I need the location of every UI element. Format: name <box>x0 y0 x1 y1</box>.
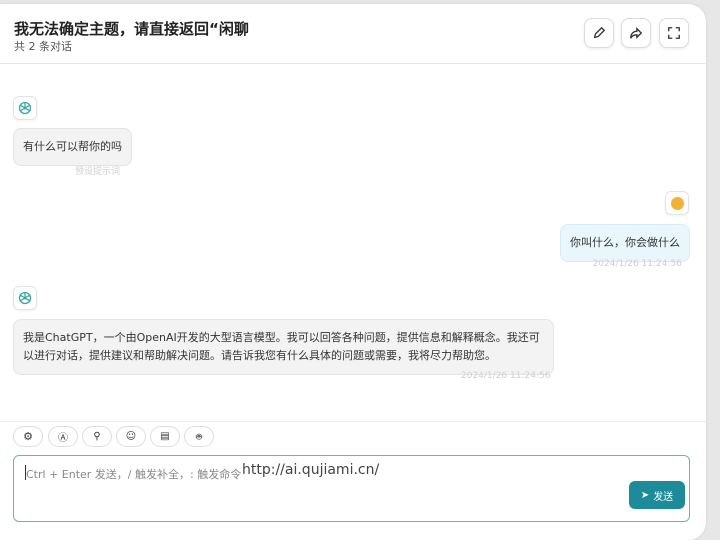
input-placeholder: Ctrl + Enter 发送，/ 触发补全，: 触发命令 <box>26 468 242 481</box>
openai-icon <box>18 101 32 115</box>
message-timestamp: 2024/1/26 11:24:56 <box>461 371 551 381</box>
pencil-icon <box>593 26 606 39</box>
message-timestamp: 2024/1/26 11:24:56 <box>592 259 682 269</box>
bot-avatar <box>13 96 37 120</box>
fullscreen-button[interactable] <box>659 18 689 48</box>
robot-icon: 🤖︎ <box>196 431 202 443</box>
share-button[interactable] <box>621 18 651 48</box>
magic-wand-icon: ⚲ <box>93 431 101 442</box>
send-label: 发送 <box>653 491 674 503</box>
message-count: 共 2 条对话 <box>14 40 72 53</box>
openai-icon <box>18 291 32 305</box>
send-icon: ➤ <box>640 489 650 501</box>
share-icon <box>630 27 643 39</box>
user-message: 你叫什么，你会做什么 <box>560 224 690 262</box>
gear-icon: ⚙ <box>23 430 33 443</box>
auto-theme-icon: Ⓐ <box>58 433 68 444</box>
message-input[interactable]: Ctrl + Enter 发送，/ 触发补全，: 触发命令 http://ai.… <box>13 455 690 522</box>
message-meta: 预设提示词 <box>75 167 121 177</box>
smiley-icon <box>670 196 684 210</box>
edit-button[interactable] <box>584 18 614 48</box>
send-button[interactable]: ➤ 发送 <box>629 481 685 509</box>
model-button[interactable]: 🤖︎ <box>184 426 214 447</box>
settings-button[interactable]: ⚙ <box>13 426 43 447</box>
mask-button[interactable]: ☺ <box>116 426 146 447</box>
mask-icon: ☺ <box>125 431 137 442</box>
theme-button[interactable]: Ⓐ <box>48 426 78 447</box>
user-avatar <box>665 191 689 215</box>
break-icon: ▤ <box>160 431 170 442</box>
chat-title: 我无法确定主题，请直接返回“闲聊 <box>14 20 249 38</box>
divider <box>0 421 706 422</box>
prompt-button[interactable]: ⚲ <box>82 426 112 447</box>
watermark-url: http://ai.qujiami.cn/ <box>242 462 380 478</box>
clear-context-button[interactable]: ▤ <box>150 426 180 447</box>
bot-message: 我是ChatGPT，一个由OpenAI开发的大型语言模型。我可以回答各种问题，提… <box>13 319 554 375</box>
chat-header: 我无法确定主题，请直接返回“闲聊 共 2 条对话 <box>0 4 706 64</box>
expand-icon <box>668 27 680 39</box>
bot-message: 有什么可以帮你的吗 <box>13 128 132 166</box>
bot-avatar <box>13 286 37 310</box>
